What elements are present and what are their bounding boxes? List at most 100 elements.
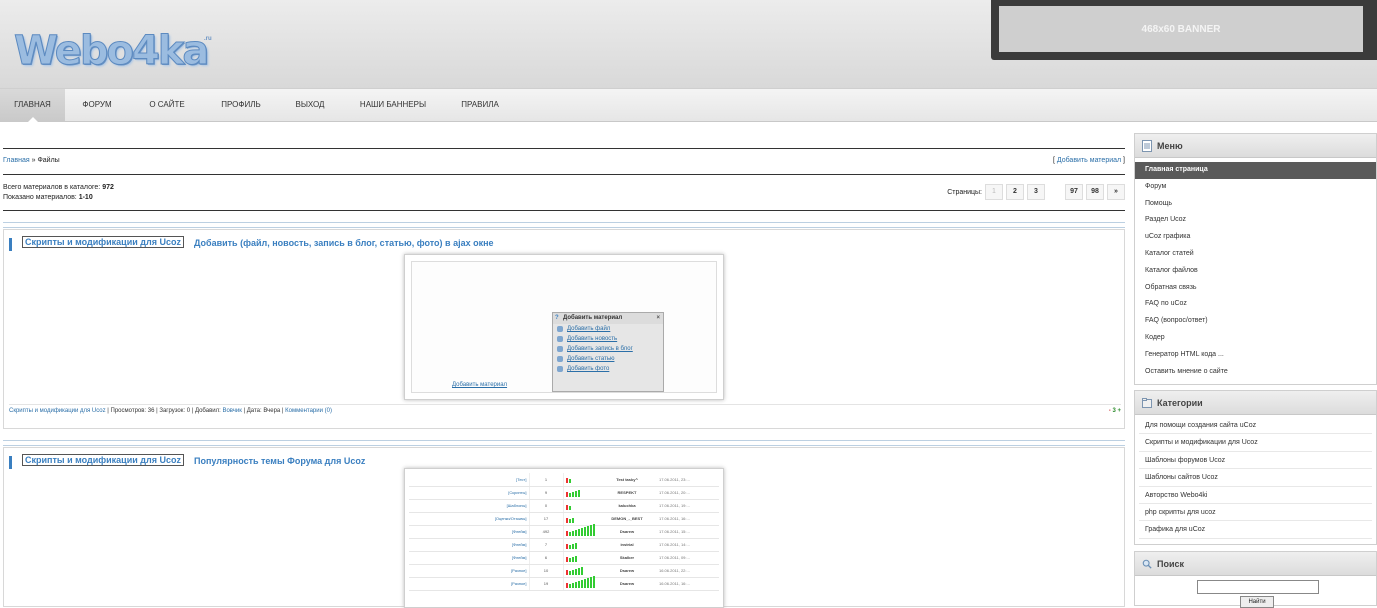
nav-item-logout[interactable]: ВЫХОД <box>286 89 334 122</box>
shown-range: 1-10 <box>78 194 93 201</box>
rate-up-icon[interactable]: + <box>1117 408 1121 414</box>
row-user[interactable]: DEMON_-_BEST <box>597 512 657 526</box>
row-user[interactable]: Dsarew <box>597 525 657 539</box>
category-item[interactable]: php скрипты для ucoz <box>1139 504 1372 522</box>
search-block-title: Поиск <box>1157 559 1185 569</box>
category-item[interactable]: Шаблоны форумов Ucoz <box>1139 452 1372 470</box>
row-section[interactable]: [Флейм] <box>409 551 529 565</box>
popup-link[interactable]: Добавить запись в блог <box>553 344 663 354</box>
entry-category-link[interactable]: Скрипты и модификации для Ucoz <box>22 454 184 466</box>
menu-item[interactable]: Раздел Ucoz <box>1135 212 1376 229</box>
nav-item-profile[interactable]: ПРОФИЛЬ <box>212 89 270 122</box>
screenshot-add-link[interactable]: Добавить материал <box>452 382 507 388</box>
row-section[interactable]: [Разное] <box>409 564 529 578</box>
row-section[interactable]: [Тест] <box>409 473 529 487</box>
popup-link[interactable]: Добавить новость <box>553 334 663 344</box>
popularity-bars <box>563 499 597 513</box>
table-row: [Тест] 1 Test tasky^ 17.06.2011, 23:... <box>409 473 719 487</box>
row-user[interactable]: Dsarew <box>597 577 657 591</box>
pagination: Страницы: 1 2 3 97 98 » <box>947 184 1125 200</box>
menu-item[interactable]: Каталог файлов <box>1135 263 1376 280</box>
add-material-link[interactable]: Добавить материал <box>1057 157 1121 164</box>
sidebar: Меню Главная страница Форум Помощь Раздел U… <box>1134 133 1377 608</box>
categories-block-header: Категории <box>1135 391 1376 415</box>
popup-link[interactable]: Добавить статью <box>553 354 663 364</box>
total-label: Всего материалов в каталоге: <box>3 184 101 191</box>
popup-link[interactable]: Добавить файл <box>553 324 663 334</box>
rating-widget: - 3 + <box>1109 408 1121 414</box>
row-section[interactable]: [Скрипты] <box>409 486 529 500</box>
entry-category-link[interactable]: Скрипты и модификации для Ucoz <box>22 236 184 248</box>
category-item[interactable]: Скрипты и модификации для Ucoz <box>1139 434 1372 452</box>
category-item[interactable]: Для помощи создания сайта uCoz <box>1139 417 1372 435</box>
row-replies: 0 <box>528 499 564 513</box>
page-next[interactable]: » <box>1107 184 1125 200</box>
menu-item[interactable]: FAQ (вопрос/ответ) <box>1135 313 1376 330</box>
nav-item-rules[interactable]: ПРАВИЛА <box>452 89 508 122</box>
popup-link[interactable]: Добавить фото <box>553 364 663 374</box>
row-section[interactable]: [Оценки/Отзывы] <box>409 512 529 526</box>
row-date: 16.06.2011, 22:... <box>657 564 719 578</box>
menu-item[interactable]: Форум <box>1135 179 1376 196</box>
menu-item[interactable]: Каталог статей <box>1135 246 1376 263</box>
nav-item-home[interactable]: ГЛАВНАЯ <box>0 89 65 122</box>
footer-author-link[interactable]: Вовчик <box>222 408 241 414</box>
category-item[interactable]: Графика для uCoz <box>1139 521 1372 539</box>
entry-screenshot[interactable]: ? Добавить материал × Добавить файл Доба… <box>404 254 724 400</box>
nav-item-forum[interactable]: ФОРУМ <box>72 89 122 122</box>
nav-item-banners[interactable]: НАШИ БАННЕРЫ <box>352 89 434 122</box>
popularity-bars <box>563 473 597 487</box>
menu-item[interactable]: Обратная связь <box>1135 280 1376 297</box>
row-user[interactable]: Test tasky^ <box>597 473 657 487</box>
close-icon[interactable]: × <box>656 313 660 324</box>
shown-label: Показано материалов: <box>3 194 77 201</box>
row-section[interactable]: [Флейм] <box>409 525 529 539</box>
search-button[interactable]: Найти <box>1240 596 1274 608</box>
entry-title-link[interactable]: Добавить (файл, новость, запись в блог, … <box>194 238 494 248</box>
site-logo[interactable]: Webo4ka <box>13 28 209 75</box>
row-user[interactable]: kaluchka <box>597 499 657 513</box>
banner-placeholder[interactable]: 468x60 BANNER <box>999 6 1363 52</box>
page-link[interactable]: 3 <box>1027 184 1045 200</box>
row-date: 17.06.2011, 23:... <box>657 473 719 487</box>
entry-title-link[interactable]: Популярность темы Форума для Ucoz <box>194 456 365 466</box>
row-user[interactable]: RESPEKT <box>597 486 657 500</box>
row-section[interactable]: [Разное] <box>409 577 529 591</box>
breadcrumb-home[interactable]: Главная <box>3 157 30 164</box>
page-link[interactable]: 2 <box>1006 184 1024 200</box>
rate-down-icon[interactable]: - <box>1109 408 1111 414</box>
footer-date: | Дата: Вчера | <box>243 408 284 414</box>
category-item[interactable]: Авторство Webo4ki <box>1139 487 1372 504</box>
menu-item[interactable]: Оставить мнение о сайте <box>1135 364 1376 381</box>
row-user[interactable]: Dsarew <box>597 564 657 578</box>
entry-screenshot[interactable]: [Тест] 1 Test tasky^ 17.06.2011, 23:... [Скр… <box>404 468 724 608</box>
row-replies: 9 <box>528 486 564 500</box>
add-material-wrapper: [ Добавить материал ] <box>1052 157 1125 164</box>
page-current: 1 <box>985 184 1003 200</box>
menu-item[interactable]: Кодер <box>1135 330 1376 347</box>
row-section[interactable]: [Флейм] <box>409 538 529 552</box>
footer-category-link[interactable]: Скрипты и модификации для Ucoz <box>9 408 106 414</box>
menu-item[interactable]: Главная страница <box>1135 162 1376 179</box>
table-row: [Шаблоны] 0 kaluchka 17.06.2011, 19:... <box>409 499 719 513</box>
footer-comments-link[interactable]: Комментарии (0) <box>285 408 332 414</box>
banner-frame: 468x60 BANNER <box>991 0 1377 60</box>
category-item[interactable]: Шаблоны сайтов Ucoz <box>1139 469 1372 487</box>
menu-item[interactable]: FAQ по uCoz <box>1135 296 1376 313</box>
row-user[interactable]: instrial <box>597 538 657 552</box>
menu-item[interactable]: uCoz графика <box>1135 229 1376 246</box>
search-input[interactable] <box>1197 580 1319 594</box>
menu-item[interactable]: Генератор HTML кода ... <box>1135 347 1376 364</box>
entry-top-rule <box>3 440 1125 446</box>
popularity-bars <box>563 523 597 539</box>
row-user[interactable]: Skalker <box>597 551 657 565</box>
row-section[interactable]: [Шаблоны] <box>409 499 529 513</box>
divider <box>3 174 1125 175</box>
page-link[interactable]: 98 <box>1086 184 1104 200</box>
nav-item-about[interactable]: О САЙТЕ <box>140 89 194 122</box>
page-link[interactable]: 97 <box>1065 184 1083 200</box>
table-row: [Разное] 10 Dsarew 16.06.2011, 22:... <box>409 564 719 578</box>
popup-title-bar: ? Добавить материал × <box>553 313 663 324</box>
row-date: 17.06.2011, 14:... <box>657 538 719 552</box>
menu-item[interactable]: Помощь <box>1135 196 1376 213</box>
